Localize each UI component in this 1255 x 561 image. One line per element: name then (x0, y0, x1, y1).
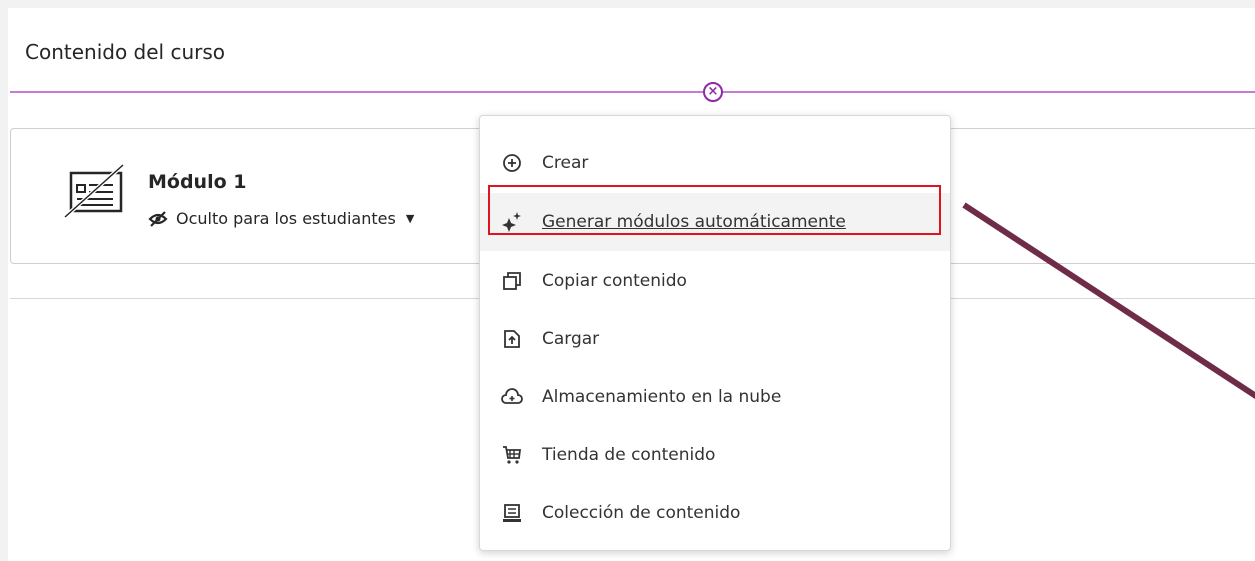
close-menu-icon[interactable]: × (703, 82, 723, 102)
copy-icon (501, 270, 523, 292)
menu-item-almacenamiento-nube[interactable]: Almacenamiento en la nube (480, 368, 950, 426)
page-title: Contenido del curso (25, 40, 226, 64)
menu-item-label: Crear (542, 153, 589, 173)
insert-divider-line (10, 91, 1255, 93)
module-icon (63, 163, 125, 219)
add-content-menu: Crear Generar módulos automáticamente Co… (479, 115, 951, 551)
menu-item-label: Colección de contenido (542, 503, 741, 523)
menu-item-coleccion-contenido[interactable]: Colección de contenido (480, 484, 950, 542)
plus-circle-icon (501, 152, 523, 174)
sparkle-icon (501, 211, 523, 233)
menu-item-copiar-contenido[interactable]: Copiar contenido (480, 252, 950, 310)
cloud-icon (501, 386, 523, 408)
eye-slash-icon (148, 210, 168, 227)
chevron-down-icon: ▼ (405, 212, 415, 225)
cart-icon (501, 444, 523, 466)
menu-item-label: Generar módulos automáticamente (542, 212, 846, 232)
upload-file-icon (501, 328, 523, 350)
menu-item-label: Tienda de contenido (542, 445, 716, 465)
menu-item-generar-modulos[interactable]: Generar módulos automáticamente (480, 193, 950, 251)
menu-item-label: Almacenamiento en la nube (542, 387, 782, 407)
menu-item-cargar[interactable]: Cargar (480, 310, 950, 368)
menu-item-label: Cargar (542, 329, 600, 349)
visibility-label: Oculto para los estudiantes (176, 209, 396, 228)
module-title[interactable]: Módulo 1 (148, 171, 247, 193)
menu-item-tienda-contenido[interactable]: Tienda de contenido (480, 426, 950, 484)
collection-icon (501, 502, 523, 524)
menu-item-label: Copiar contenido (542, 271, 687, 291)
visibility-dropdown[interactable]: Oculto para los estudiantes ▼ (148, 209, 414, 228)
menu-item-crear[interactable]: Crear (480, 134, 950, 192)
